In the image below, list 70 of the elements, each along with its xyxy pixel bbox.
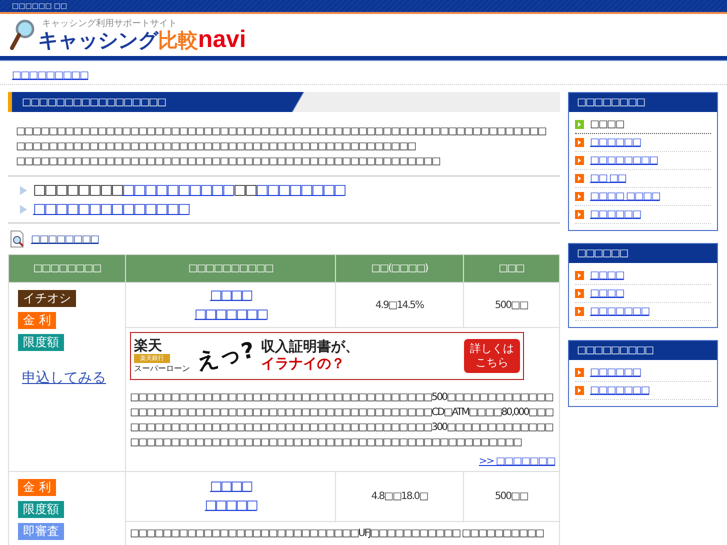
sidebar-link[interactable]: □□□□□□ [590,209,641,220]
document-search-icon [10,230,25,248]
sidebar-title: □□□□□□□□ [569,93,717,112]
feature-badge: 限度額 [18,501,64,518]
rate-cell: 4.8□□18.0□ [336,472,464,522]
intro-paragraph: □□□□□□□□□□□□□□□□□□□□□□□□□□□□□□□□□□□□□□□□□□□□□□□□□□□□ [15,155,441,169]
apply-link[interactable]: 申込してみる [22,369,122,387]
lender-link[interactable]: □□□□ [210,479,252,494]
breadcrumb-link[interactable]: □□□□□□□□□ [12,70,88,81]
link-row-text: □□□□□□□□ [33,182,122,198]
sidebar-title: □□□□□□ [569,244,717,263]
column-header: □□(□□□□) [336,254,464,282]
lender-link[interactable]: □□□□□□□ [194,307,267,322]
sidebar-link[interactable]: □□□□ [590,288,624,299]
text-link[interactable]: □□□□□□□□□□ [122,182,234,198]
sidebar-link[interactable]: □□□□□□□□ [590,155,658,166]
limit-cell: 500□□ [463,282,560,328]
banner-copy: 収入証明書が、 [260,339,359,356]
feature-badge: 限度額 [18,334,64,351]
arrow-icon [575,138,584,147]
feature-badge: 金 利 [18,479,56,496]
sidebar-link[interactable]: □□□□ □□□□ [590,191,660,202]
arrow-icon [575,271,584,280]
sidebar-link[interactable]: □□□□□□ [590,137,641,148]
sidebar-link[interactable]: □□□□ [590,270,624,281]
results-link[interactable]: □□□□□□□□ [31,234,99,244]
column-header: □□□□□□□□ [8,254,126,282]
column-header: □□□ [463,254,560,282]
intro-paragraph: □□□□□□□□□□□□□□□□□□□□□□□□□□□□□□□□□□□□□□□□□□□□□□□□□□□□□□□□□□□□□□□□□□□□□□□□□□□□□□□□□□□□□□□□□□□□□□□□□□□□□□□□□□□□□□□□□□ [15,125,547,154]
magnifier-icon [10,19,36,51]
feature-badge: 即審査 [18,523,64,540]
banner-copy: イラナイの？ [260,356,346,373]
site-logo[interactable]: キャッシング利用サポートサイト キャッシング比較navi [10,19,246,51]
arrow-icon [575,210,584,219]
bank-logo-text: 楽天 [134,338,162,354]
arrow-icon [575,156,584,165]
lender-link[interactable]: □□□□ [210,288,252,303]
arrow-icon [575,120,584,129]
logo-name: キャッシング比較navi [38,29,246,51]
sidebar-title: □□□□□□□□□ [569,341,717,360]
column-header: □□□□□□□□□□ [126,254,336,282]
product-name: スーパーローン [134,363,190,374]
lender-link[interactable]: □□□□□ [204,498,256,514]
arrow-icon [575,307,584,316]
lender-description: □□□□□□□□□□□□□□□□□□□□□□□□□□□□UFJ□□□□□□□□□□□ □□□□□□□□□□ [130,526,545,541]
arrow-icon [575,174,584,183]
limit-cell: 500□□ [463,472,560,522]
text-link[interactable]: □□□□□□□□ [256,182,345,198]
link-row-text: □□ [233,182,256,198]
sidebar-link[interactable]: □□□□□□ [590,367,641,378]
arrow-icon [575,386,584,395]
sidebar-link[interactable]: □□□□ [590,119,624,130]
arrow-icon [575,368,584,377]
details-button[interactable]: 詳しくはこちら [464,339,520,373]
rate-cell: 4.9□14.5% [336,282,464,328]
feature-badge: イチオシ [18,290,76,307]
lender-description: □□□□□□□□□□□□□□□□□□□□□□□□□□□□□□□□□□□□□500□□□□□□□□□□□□□□□□□□□□□□□□□□□□□□□□□□□□□□□□□□□□□□□□□□CD□ATM□□□□80,000□□□□□□□□□□□□□□□□□□□□□□□□□□□□□□□□□□□□□□□□300□□□□□□□□□□□□□□□□□□□□□□□□□□□□□□□□□□□□□□□□□□□□□□□□□□□□□□□□□□□□□ [130,391,554,450]
banner-exclaim: えっ? [194,337,258,377]
sidebar-link[interactable]: □□ □□ [590,173,626,184]
section-heading: □□□□□□□□□□□□□□□□□ [8,92,560,112]
feature-badge: 金 利 [18,312,56,329]
text-link[interactable]: □□□□□□□□□□□□□□ [33,201,189,217]
triangle-bullet-icon [20,205,27,214]
triangle-bullet-icon [20,186,27,195]
arrow-icon [575,192,584,201]
arrow-icon [575,289,584,298]
sidebar-link[interactable]: □□□□□□□ [590,385,650,396]
logo-tagline: キャッシング利用サポートサイト [42,19,178,29]
sidebar-link[interactable]: □□□□□□□ [590,306,650,317]
more-link[interactable]: >> □□□□□□□ [130,456,555,467]
